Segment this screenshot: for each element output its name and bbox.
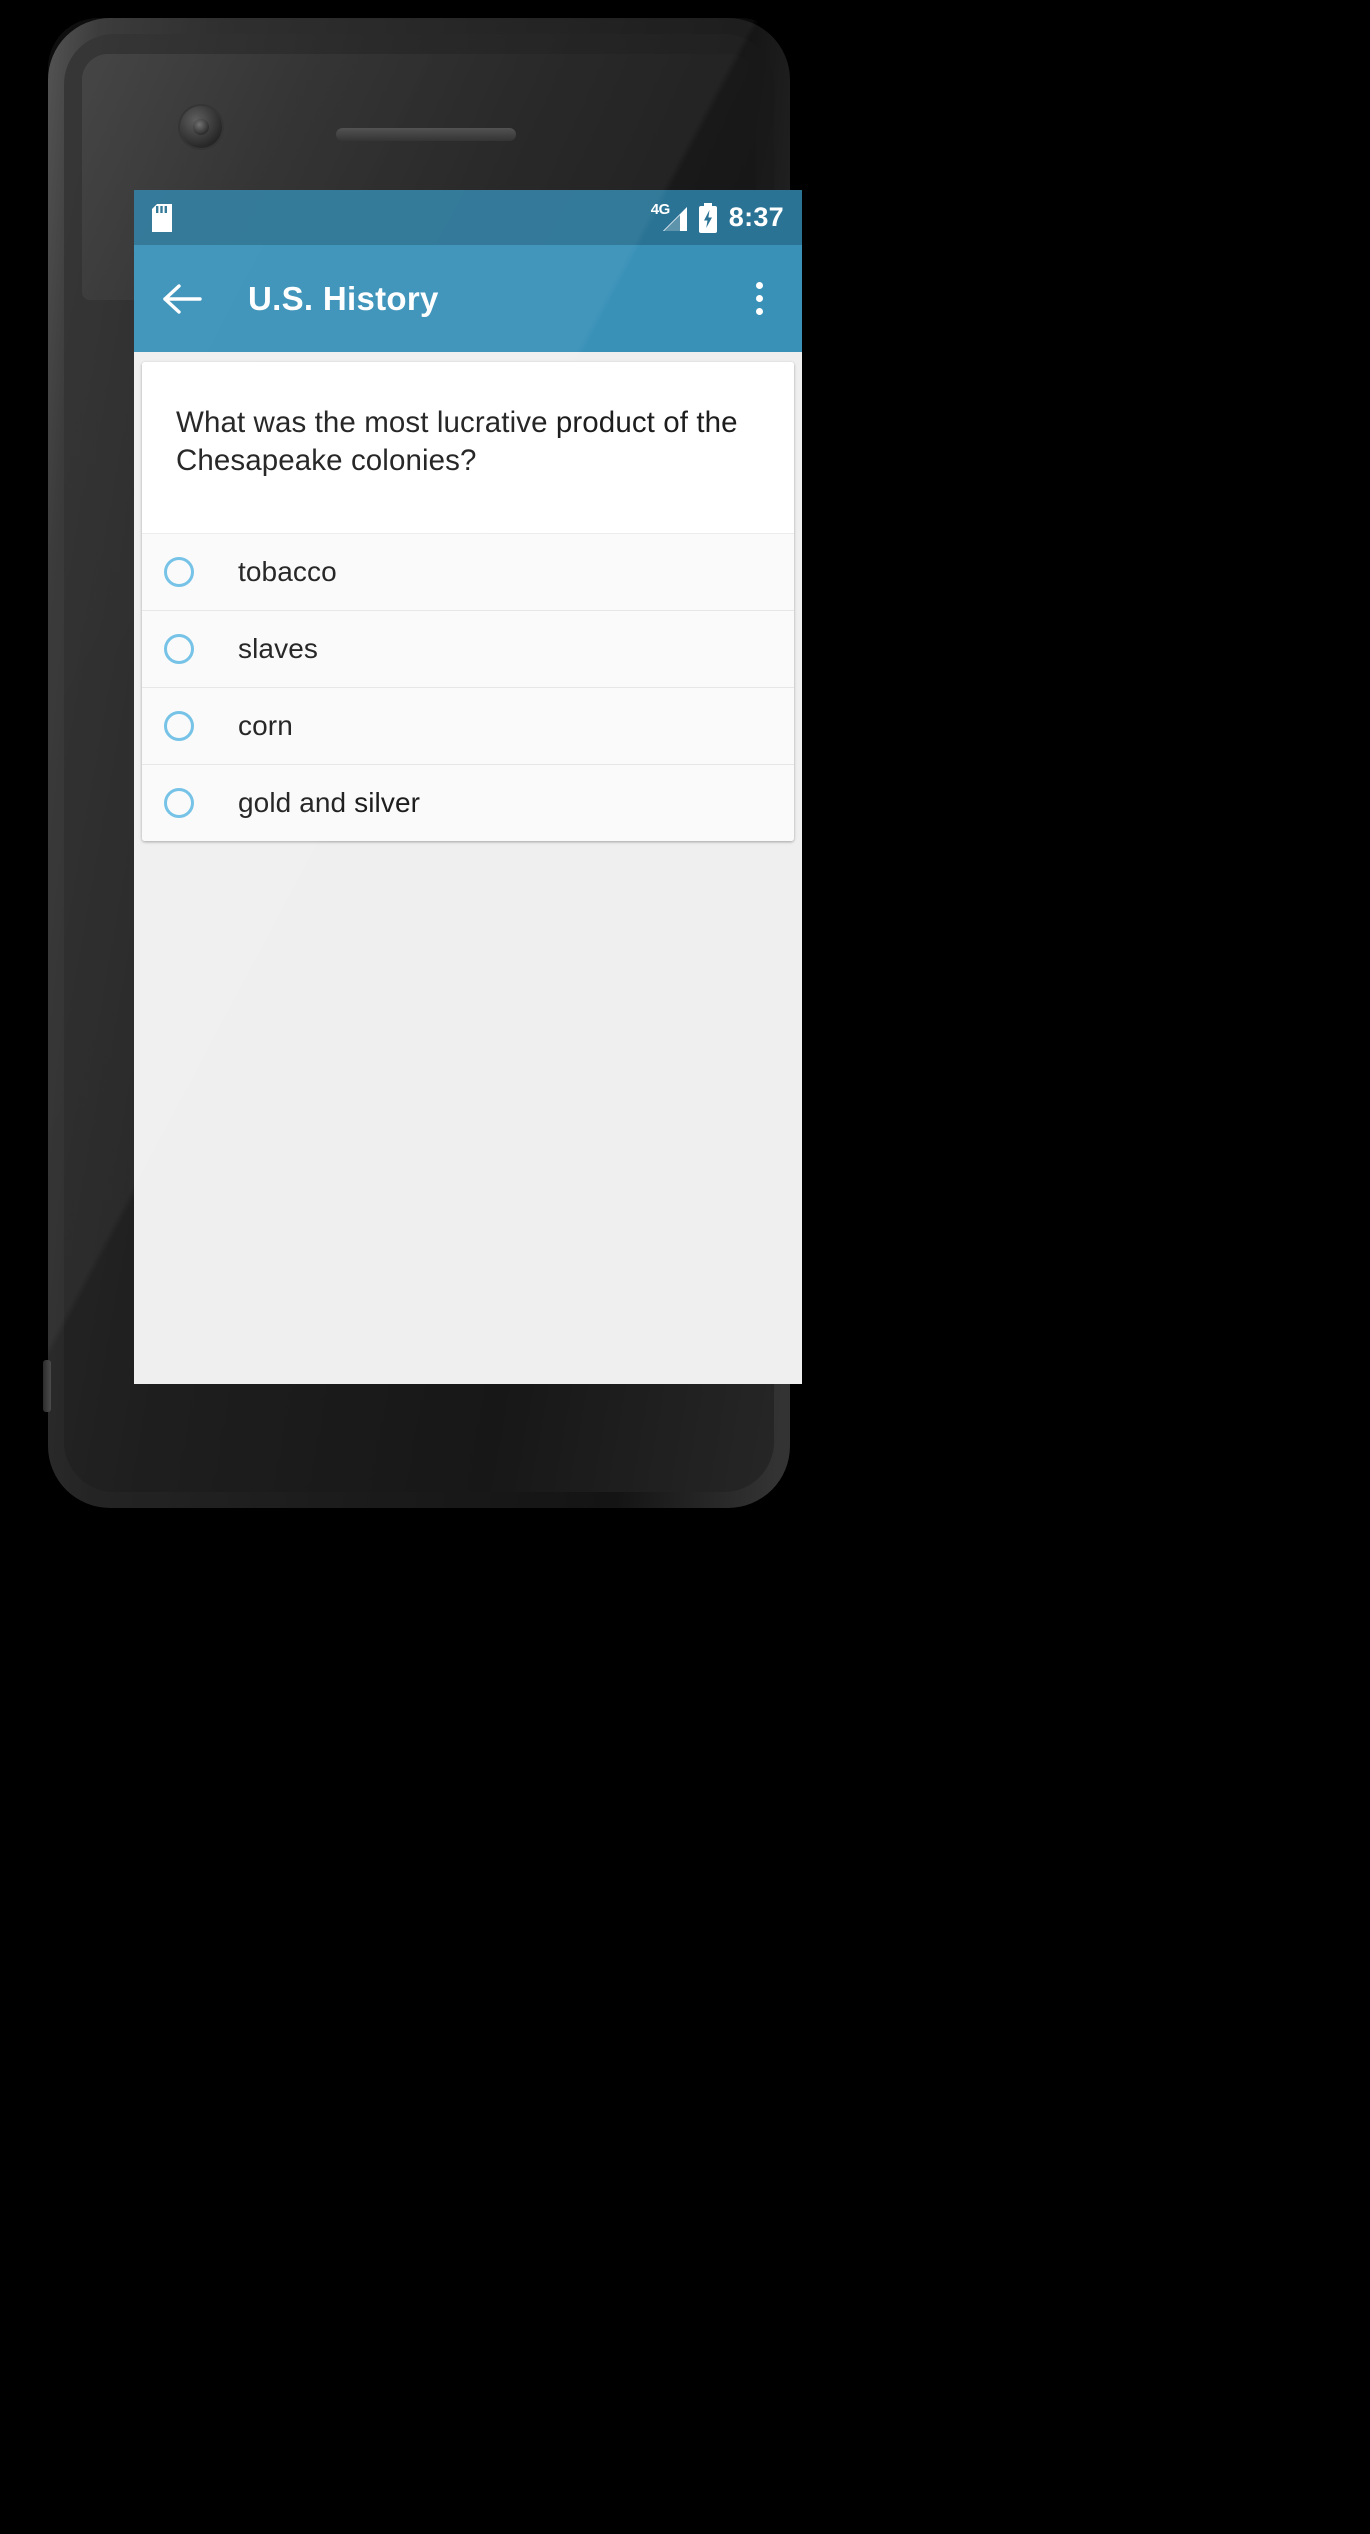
overflow-dot [755,308,763,315]
battery-charging-icon [697,202,719,233]
answer-option-row[interactable]: gold and silver [142,763,794,841]
app-bar: U.S. History [134,245,802,352]
radio-button-icon[interactable] [164,710,194,741]
status-bar-right: 4G 8:37 [651,201,784,233]
status-bar: 4G 8:37 [134,190,802,245]
radio-button-icon[interactable] [164,787,194,818]
sim-tray [43,1360,51,1412]
status-bar-clock: 8:37 [728,202,784,232]
overflow-menu-icon[interactable] [742,277,776,321]
overflow-dot [755,295,763,302]
answer-option-row[interactable]: slaves [142,609,794,687]
phone-screen: 4G 8:37 U.S. History What was the most l… [134,190,802,1384]
screenshot-stage: 4G 8:37 U.S. History What was the most l… [0,0,1370,2534]
radio-button-icon[interactable] [164,633,194,664]
answer-option-row[interactable]: corn [142,686,794,764]
earpiece-speaker [336,128,516,141]
sd-card-icon [152,203,172,232]
back-arrow-icon[interactable] [160,277,204,321]
quiz-content: What was the most lucrative product of t… [134,352,802,1384]
answer-option-label: tobacco [238,555,337,587]
answer-option-label: slaves [238,632,318,664]
answer-option-row[interactable]: tobacco [142,532,794,610]
answer-option-label: gold and silver [238,786,421,818]
front-camera-icon [180,106,222,148]
page-title: U.S. History [248,279,439,317]
answer-options-list: tobacco slaves corn gold and silver [142,532,794,841]
phone-device-frame: 4G 8:37 U.S. History What was the most l… [43,18,802,1508]
overflow-dot [755,282,763,289]
radio-button-icon[interactable] [164,556,194,587]
status-bar-left [152,203,172,232]
question-area: What was the most lucrative product of t… [142,362,794,533]
question-text: What was the most lucrative product of t… [176,406,738,478]
signal-bars-icon: 4G [651,201,687,233]
question-card: What was the most lucrative product of t… [142,362,794,841]
answer-option-label: corn [238,709,293,741]
